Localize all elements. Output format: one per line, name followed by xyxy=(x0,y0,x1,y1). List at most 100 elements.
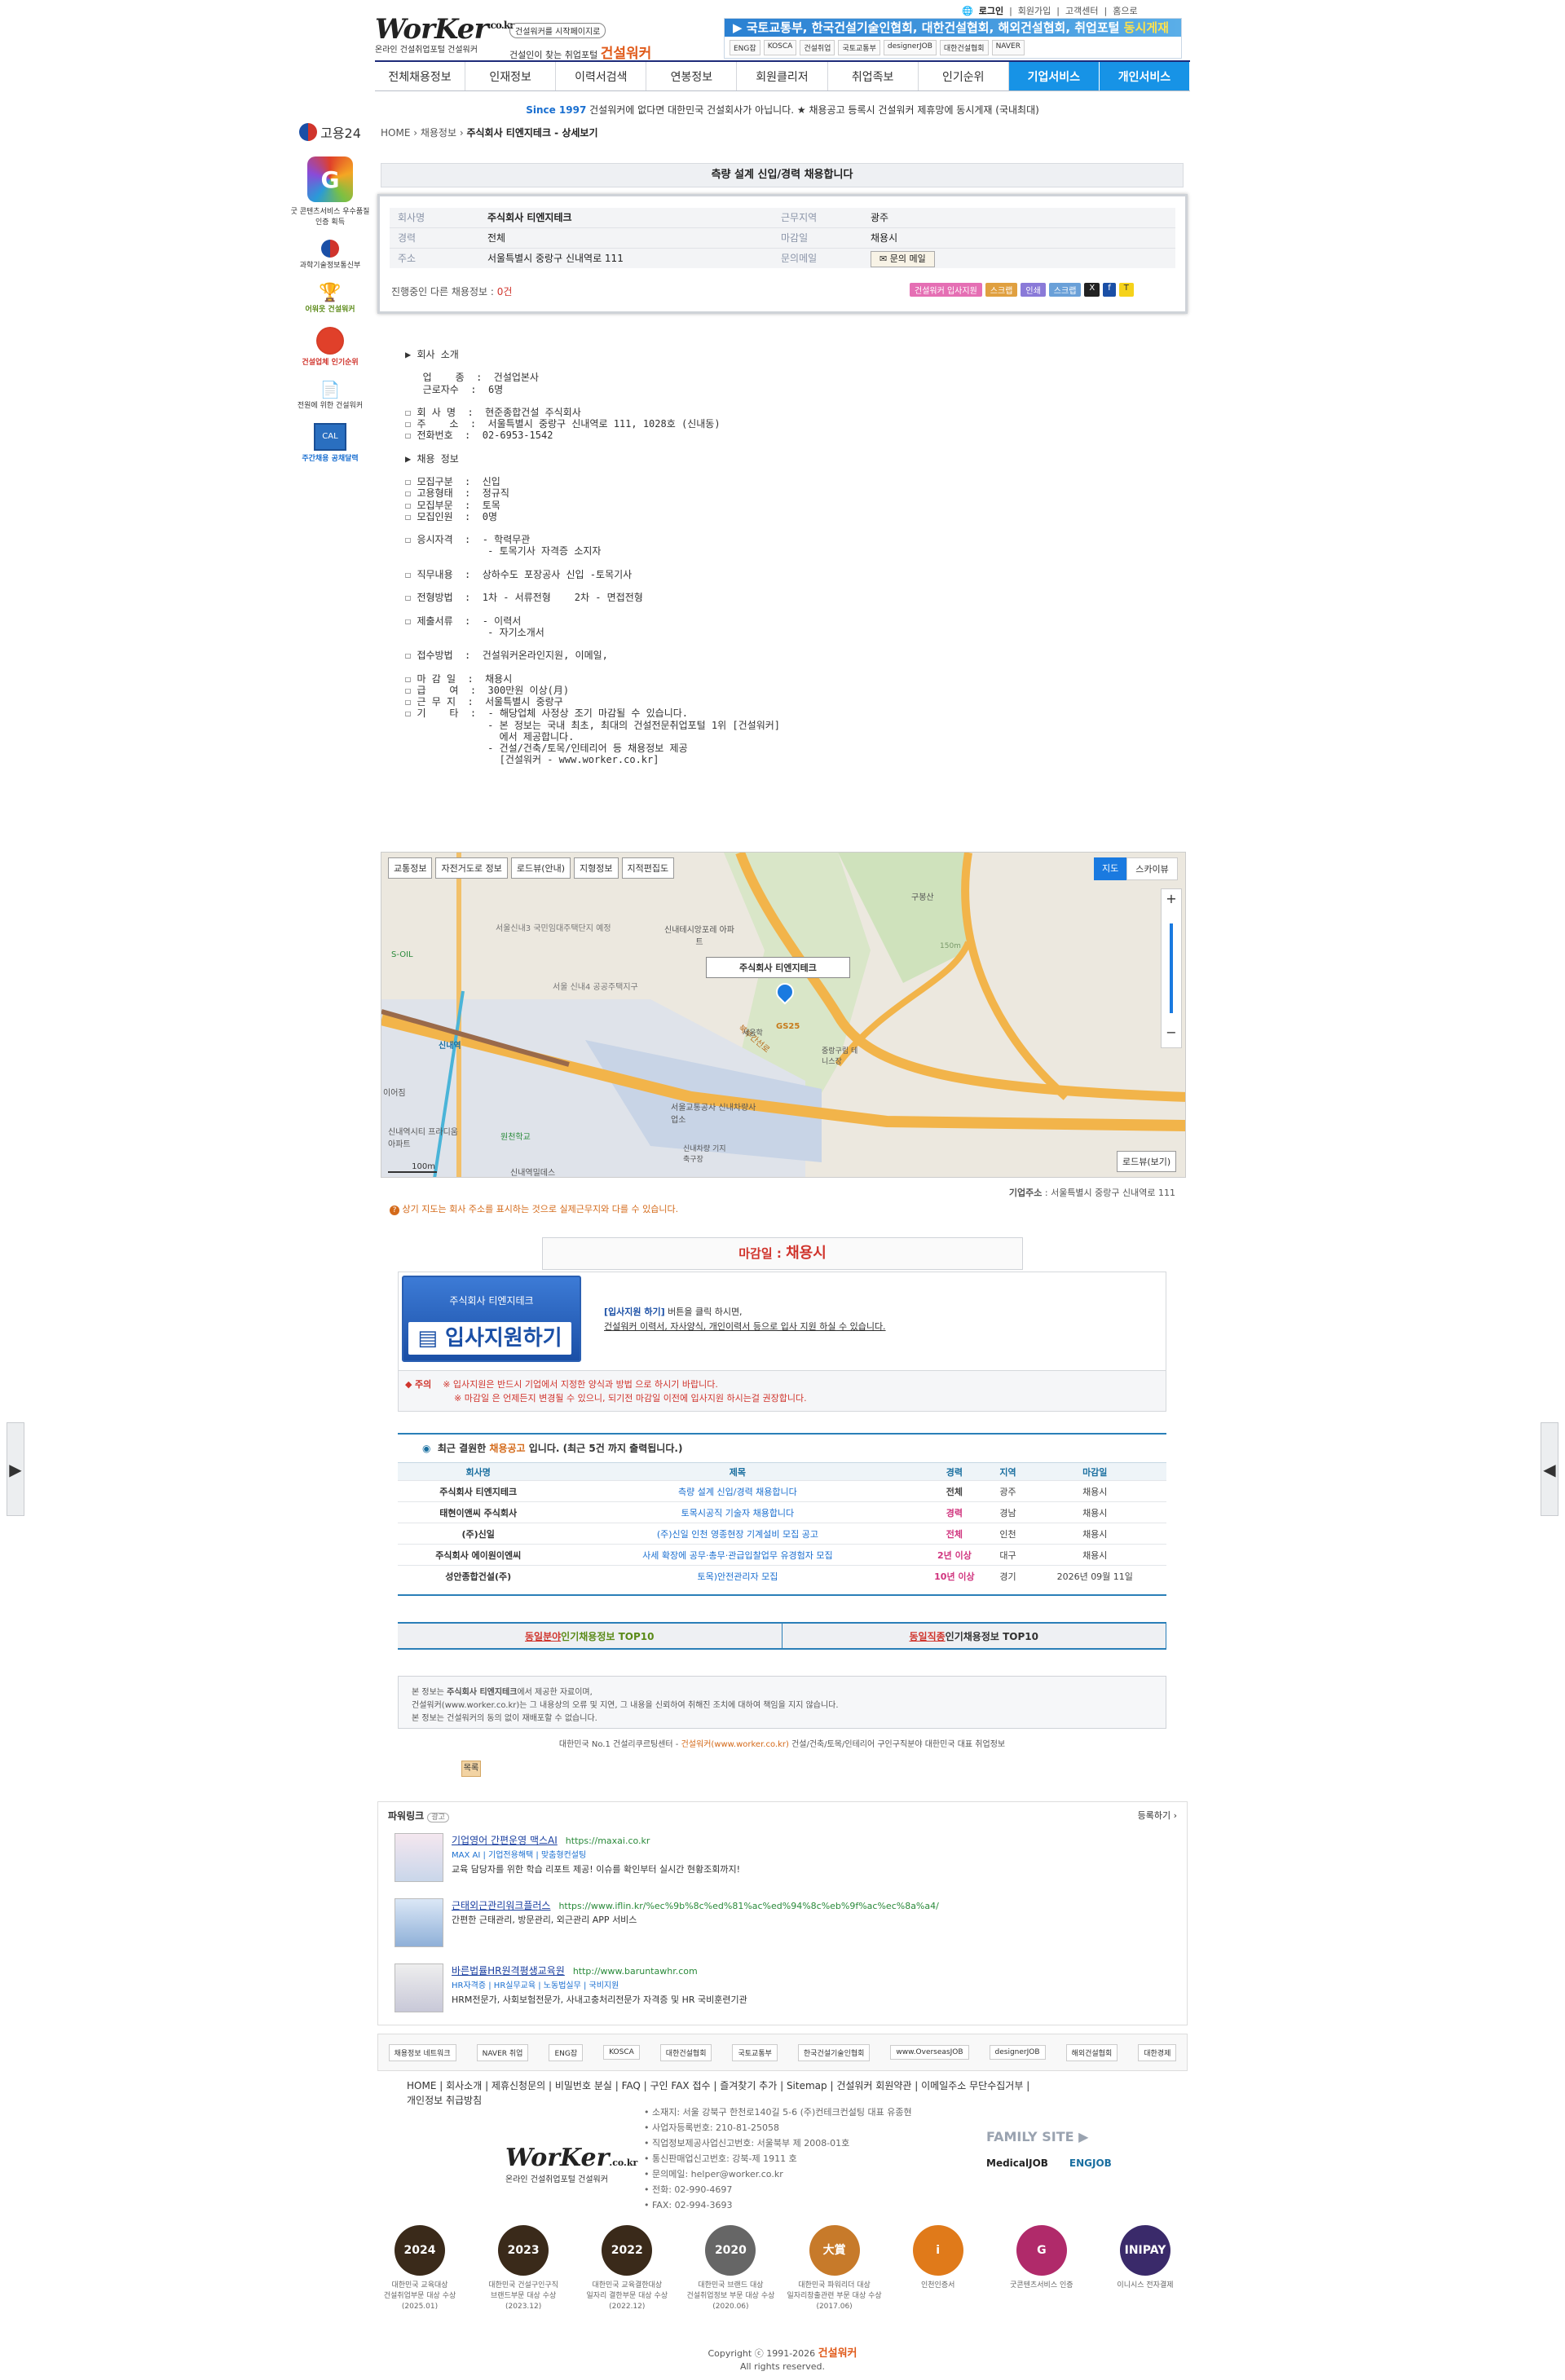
top10-same-job[interactable]: 동일직종 인기채용정보 TOP10 xyxy=(782,1624,1166,1648)
ministry-badge[interactable]: 과학기술정보통신부 xyxy=(289,240,371,270)
ad-title[interactable]: 근태외근관리워크플러스 xyxy=(452,1900,550,1911)
award-item[interactable]: 大賞 대한민국 파워리더 대상 일자리창출관련 부문 대상 수상 (2017.06) xyxy=(786,2225,884,2323)
breadcrumb-category[interactable]: 채용정보 xyxy=(421,127,456,139)
family-title[interactable]: FAMILY SITE ▶ xyxy=(986,2129,1182,2144)
map-roadview-button[interactable]: 로드뷰(보기) xyxy=(1117,1151,1177,1172)
footer-link[interactable]: FAQ xyxy=(622,2080,641,2091)
partner-logo[interactable]: 한국건설기술인협회 xyxy=(797,2043,871,2061)
partner-logo[interactable]: designerJOB xyxy=(989,2045,1046,2060)
footer-link[interactable]: 즐겨찾기 추가 xyxy=(720,2080,777,2091)
nav-salary[interactable]: 연봉정보 xyxy=(646,62,738,90)
signup-link[interactable]: 회원가입 xyxy=(1018,4,1051,17)
nav-career-tips[interactable]: 취업족보 xyxy=(828,62,919,90)
footer-link[interactable]: 건설워커 회원약관 xyxy=(836,2080,911,2091)
ad-title[interactable]: 바른법률HR원격평생교육원 xyxy=(452,1965,565,1977)
award-item[interactable]: G 굿콘텐츠서비스 인증 xyxy=(993,2225,1091,2323)
home-link[interactable]: 홈으로 xyxy=(1113,4,1137,17)
kakao-share-icon[interactable]: T xyxy=(1118,283,1134,297)
partner-logo[interactable]: 해외건설협회 xyxy=(1065,2043,1118,2061)
nav-resume-search[interactable]: 이력서검색 xyxy=(556,62,647,90)
banner-partner-logo[interactable]: designerJOB xyxy=(883,40,937,55)
family-engjob[interactable]: ENGJOB xyxy=(1069,2157,1112,2169)
table-row[interactable]: 태현이앤씨 주식회사 토목시공직 기술자 채용합니다 경력 경남 채용시 xyxy=(398,1501,1166,1523)
award-item[interactable]: 2022 대한민국 교육결한대상 일자리 결한부문 대상 수상 (2022.12) xyxy=(578,2225,676,2323)
apply-button[interactable]: 주식회사 티엔지테크 ▤ 입사지원하기 xyxy=(402,1276,581,1362)
footer-link[interactable]: 이메일주소 무단수집거부 xyxy=(921,2080,1023,2091)
ranking-link[interactable]: 건설업체 인기순위 xyxy=(289,327,371,367)
partner-logo[interactable]: 채용정보 네트워크 xyxy=(388,2043,456,2061)
table-row[interactable]: 주식회사 에이원이엔씨 사세 확장에 공무·총무·관급입찰업무 유경험자 모집 2년… xyxy=(398,1544,1166,1566)
nav-corporate-service[interactable]: 기업서비스 xyxy=(1008,62,1100,90)
table-row[interactable]: 주식회사 티엔지테크 측량 설계 신입/경력 채용합니다 전체 광주 채용시 xyxy=(398,1480,1166,1502)
map-traffic-button[interactable]: 교통정보 xyxy=(388,857,433,879)
zoom-out-icon[interactable]: − xyxy=(1162,1023,1181,1042)
map-type-sky[interactable]: 스카이뷰 xyxy=(1126,857,1178,880)
award-item[interactable]: 2020 대한민국 브랜드 대상 건설취업정보 부문 대상 수상 (2020.06) xyxy=(681,2225,779,2323)
left-expand-tab[interactable]: ▶ xyxy=(7,1422,24,1516)
map-bike-button[interactable]: 자전거도로 정보 xyxy=(435,857,508,879)
footer-link[interactable]: 제휴신청문의 xyxy=(492,2080,545,2091)
footer-logo[interactable]: WorKer.co.kr 온라인 건설취업포털 건설워커 xyxy=(505,2144,637,2184)
family-medicaljob[interactable]: MedicalJOB xyxy=(986,2157,1048,2169)
apply-small-button[interactable]: 건설워커 입사지원 xyxy=(910,283,982,297)
ongoing-jobs[interactable]: 진행중인 다른 채용정보 : 0건 xyxy=(391,284,512,298)
site-logo[interactable]: WorKer.co.kr 온라인 건설취업포털 건설워커 xyxy=(375,13,514,59)
banner-partner-logo[interactable]: NAVER xyxy=(991,40,1025,55)
award-item[interactable]: i 인천인증서 xyxy=(889,2225,987,2323)
banner-partner-logo[interactable]: ENG잡 xyxy=(730,40,760,55)
right-expand-tab[interactable]: ◀ xyxy=(1541,1422,1558,1516)
partner-logo[interactable]: www.OverseasJOB xyxy=(890,2045,969,2060)
good-content-badge[interactable]: G 굿 콘텐츠서비스 우수품질인증 획득 xyxy=(289,156,371,227)
table-row[interactable]: 성안종합건설(주) 토목)안전관리자 모집 10년 이상 경기 2026년 09월 11… xyxy=(398,1565,1166,1587)
powerlink-register[interactable]: 등록하기 › xyxy=(1138,1809,1177,1821)
banner-partner-logo[interactable]: 대한건설협회 xyxy=(939,40,989,55)
partner-logo[interactable]: 국토교통부 xyxy=(732,2043,778,2061)
start-page-pill[interactable]: 건설워커를 시작페이지로 xyxy=(509,23,606,38)
nav-ranking[interactable]: 인기순위 xyxy=(919,62,1009,90)
partner-logo[interactable]: 대한경제 xyxy=(1138,2043,1177,2061)
map-type-map[interactable]: 지도 xyxy=(1094,857,1127,880)
map-cadastral-button[interactable]: 지적편집도 xyxy=(621,857,675,879)
footer-link[interactable]: 구인 FAX 접수 xyxy=(650,2080,711,2091)
staff-link[interactable]: 📄 전원에 위한 건설워커 xyxy=(289,380,371,410)
map-terrain-button[interactable]: 지형정보 xyxy=(574,857,619,879)
calendar-link[interactable]: CAL 주간채용 공채달력 xyxy=(289,423,371,463)
goyong24-link[interactable]: 고용24 xyxy=(289,122,371,142)
partner-logo[interactable]: 대한건설협회 xyxy=(659,2043,712,2061)
footer-link[interactable]: 개인정보 취급방침 xyxy=(407,2095,482,2106)
breadcrumb-home[interactable]: HOME xyxy=(381,127,410,139)
partner-logo[interactable]: KOSCA xyxy=(603,2045,640,2060)
table-row[interactable]: (주)신일 (주)신일 인천 영종현장 기계설비 모집 공고 전체 인천 채용시 xyxy=(398,1523,1166,1545)
map-roadview-guide-button[interactable]: 로드뷰(안내) xyxy=(510,857,571,879)
facebook-share-icon[interactable]: f xyxy=(1103,283,1116,297)
ad-item[interactable]: 근태외근관리워크플러스 https://www.iflin.kr/%ec%9b%8… xyxy=(395,1898,1177,1955)
nav-members[interactable]: 회원클리저 xyxy=(737,62,828,90)
banner-partner-logo[interactable]: KOSCA xyxy=(763,40,797,55)
award-item[interactable]: INIPAY 이니시스 전자결제 xyxy=(1096,2225,1194,2323)
nav-talent[interactable]: 인재정보 xyxy=(465,62,557,90)
footer-link[interactable]: 비밀번호 분실 xyxy=(555,2080,612,2091)
top10-same-field[interactable]: 동일분야 인기채용정보 TOP10 xyxy=(398,1624,782,1648)
partner-banner[interactable]: ▶ 국토교통부, 한국건설기술인협회, 대한건설협회, 해외건설협회, 취업포털… xyxy=(724,18,1182,59)
nav-all-jobs[interactable]: 전체채용정보 xyxy=(375,62,466,90)
location-map[interactable]: 교통정보 자전거도로 정보 로드뷰(안내) 지형정보 지적편집도 지도 스카이뷰… xyxy=(381,852,1186,1178)
award-item[interactable]: 2024 대한민국 교육대상 건설취업부문 대상 수상 (2025.01) xyxy=(371,2225,469,2323)
zoom-in-icon[interactable]: + xyxy=(1162,889,1181,909)
ad-item[interactable]: 바른법률HR원격평생교육원 http://www.baruntawhr.com H… xyxy=(395,1964,1177,2021)
footer-link[interactable]: 회사소개 xyxy=(446,2080,482,2091)
scrap-button[interactable]: 스크랩 xyxy=(985,283,1018,297)
banner-partner-logo[interactable]: 국토교통부 xyxy=(838,40,880,55)
ad-title[interactable]: 기업영어 간편운영 맥스AI xyxy=(452,1835,558,1846)
ad-item[interactable]: 기업영어 간편운영 맥스AI https://maxai.co.kr MAX AI… xyxy=(395,1833,1177,1890)
print-button[interactable]: 인쇄 xyxy=(1021,283,1046,297)
footer-link[interactable]: HOME xyxy=(407,2080,436,2091)
footer-link[interactable]: Sitemap xyxy=(787,2080,827,2091)
partner-logo[interactable]: ENG잡 xyxy=(549,2043,584,2061)
support-link[interactable]: 고객센터 xyxy=(1065,4,1098,17)
map-zoom-control[interactable]: + − xyxy=(1161,888,1182,1048)
nav-personal-service[interactable]: 개인서비스 xyxy=(1099,62,1190,90)
award-item[interactable]: 2023 대한민국 건설구인구직 브랜드부문 대상 수상 (2023.12) xyxy=(474,2225,572,2323)
banner-partner-logo[interactable]: 건설취업 xyxy=(800,40,835,55)
partner-logo[interactable]: NAVER 취업 xyxy=(476,2043,529,2061)
inquiry-mail-button[interactable]: ✉ 문의 메일 xyxy=(871,251,935,267)
